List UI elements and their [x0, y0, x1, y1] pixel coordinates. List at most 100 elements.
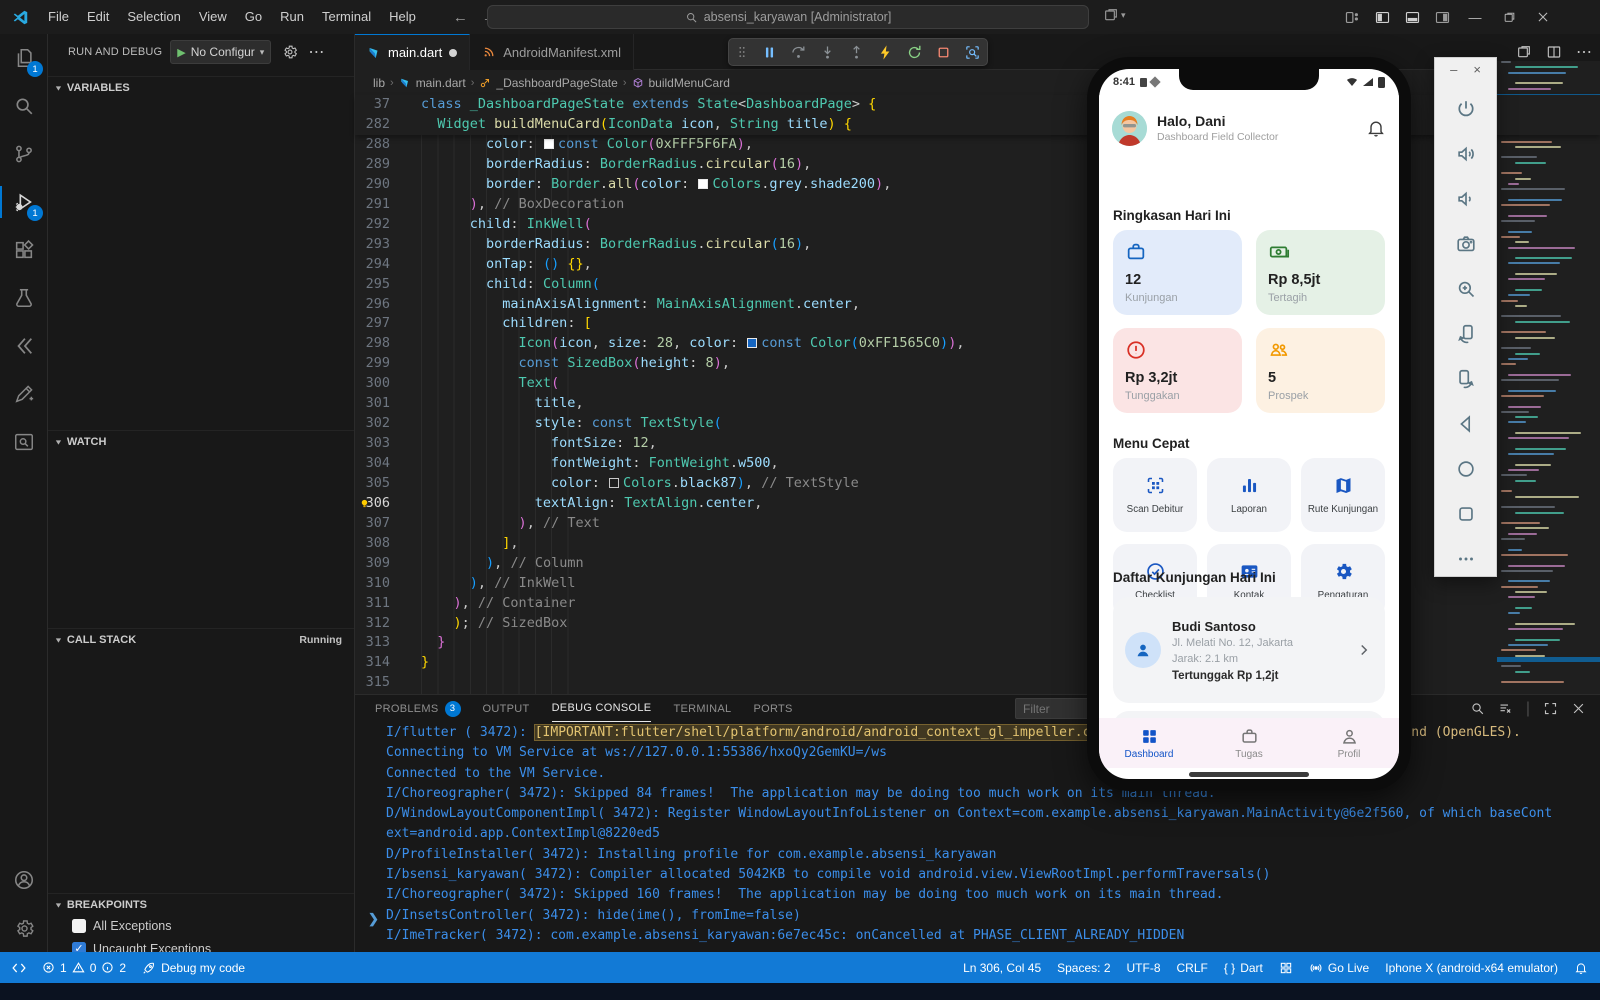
nav-back-button[interactable]: ← [453, 9, 468, 26]
code-line-302[interactable]: 302 style: const TextStyle( [355, 414, 1600, 434]
menu-edit[interactable]: Edit [78, 0, 118, 34]
panel-tab-terminal[interactable]: TERMINAL [673, 695, 731, 722]
step-out-button[interactable] [848, 44, 865, 61]
window-minimize-button[interactable]: — [1458, 0, 1492, 34]
editor-more-actions-icon[interactable]: ⋯ [1576, 42, 1592, 62]
debug-my-code-button[interactable]: Debug my code [134, 952, 253, 983]
step-over-button[interactable] [790, 44, 807, 61]
launch-config-dropdown[interactable]: ▶ No Configur ▾ [170, 40, 271, 64]
maximize-panel-icon[interactable] [1543, 701, 1558, 716]
open-editors-icon[interactable] [1516, 44, 1532, 60]
code-line-310[interactable]: 310 ), // InkWell [355, 574, 1600, 594]
window-close-button[interactable] [1526, 0, 1560, 34]
menu-item-laporan[interactable]: Laporan [1207, 458, 1291, 532]
code-line-296[interactable]: 296 mainAxisAlignment: MainAxisAlignment… [355, 295, 1600, 315]
panel-tab-problems[interactable]: PROBLEMS 3 [375, 695, 461, 722]
menu-view[interactable]: View [190, 0, 236, 34]
code-line-289[interactable]: 289 borderRadius: BorderRadius.circular(… [355, 155, 1600, 175]
emulator-rotate-left-button[interactable] [1453, 321, 1479, 347]
code-line-306[interactable]: 306 textAlign: TextAlign.center, [355, 494, 1600, 514]
menu-help[interactable]: Help [380, 0, 425, 34]
checkbox-unchecked[interactable] [72, 919, 86, 933]
cursor-position[interactable]: Ln 306, Col 45 [955, 961, 1049, 975]
stop-button[interactable] [935, 44, 952, 61]
code-line-37[interactable]: 37class _DashboardPageState extends Stat… [355, 95, 1600, 115]
device-selector[interactable]: Iphone X (android-x64 emulator) [1377, 961, 1566, 975]
code-line-282[interactable]: 282 Widget buildMenuCard(IconData icon, … [355, 115, 1600, 135]
code-line-304[interactable]: 304 fontWeight: FontWeight.w500, [355, 454, 1600, 474]
more-actions-icon[interactable]: ⋯ [308, 42, 325, 62]
clear-console-icon[interactable] [1498, 701, 1513, 716]
avatar[interactable] [1112, 111, 1147, 146]
customize-layout-icon[interactable] [1344, 9, 1361, 26]
code-line-295[interactable]: 295 child: Column( [355, 275, 1600, 295]
code-line-309[interactable]: 309 ), // Column [355, 554, 1600, 574]
code-line-298[interactable]: 298 Icon(icon, size: 28, color: const Co… [355, 334, 1600, 354]
close-panel-icon[interactable] [1571, 701, 1586, 716]
emulator-more-button[interactable] [1453, 546, 1479, 572]
pause-button[interactable] [761, 44, 778, 61]
language-status[interactable]: { } Dart [1216, 961, 1271, 975]
menu-run[interactable]: Run [271, 0, 313, 34]
activity-item-search-editor[interactable] [0, 418, 48, 466]
panel-tab-ports[interactable]: PORTS [753, 695, 792, 722]
code-line-312[interactable]: 312 ); // SizedBox [355, 614, 1600, 634]
nav-item-tugas[interactable]: Tugas [1199, 718, 1299, 768]
emulator-home-button[interactable] [1453, 456, 1479, 482]
emulator-volume-up-button[interactable] [1453, 141, 1479, 167]
encoding-status[interactable]: UTF-8 [1119, 961, 1169, 975]
window-restore-button[interactable] [1492, 0, 1526, 34]
console-search-icon[interactable] [1470, 701, 1485, 716]
emulator-rotate-right-button[interactable] [1453, 366, 1479, 392]
code-line-297[interactable]: 297 children: [ [355, 314, 1600, 334]
toggle-panel-icon[interactable] [1404, 9, 1421, 26]
nav-item-profil[interactable]: Profil [1299, 718, 1399, 768]
visit-card[interactable]: Budi Santoso Jl. Melati No. 12, Jakarta … [1113, 597, 1385, 703]
notifications-bell[interactable] [1566, 961, 1600, 975]
activity-item-explorer[interactable]: 1 [0, 34, 48, 82]
emulator-overview-button[interactable] [1453, 501, 1479, 527]
toggle-sidebar-icon[interactable] [1374, 9, 1391, 26]
breadcrumb-method[interactable]: buildMenuCard [649, 76, 730, 90]
command-center-search[interactable]: absensi_karyawan [Administrator] [487, 5, 1089, 29]
code-line-288[interactable]: 288 color: const Color(0xFFF5F6FA), [355, 135, 1600, 155]
app-bell-icon[interactable] [1366, 118, 1386, 138]
start-debug-icon[interactable]: ▶ [177, 46, 185, 59]
emulator-screenshot-button[interactable] [1453, 231, 1479, 257]
activity-item-flutter[interactable] [0, 322, 48, 370]
emulator-power-button[interactable] [1453, 96, 1479, 122]
nav-item-dashboard[interactable]: Dashboard [1099, 718, 1199, 768]
modified-dot-icon[interactable] [449, 49, 457, 57]
code-line-311[interactable]: 311 ), // Container [355, 594, 1600, 614]
menu-file[interactable]: File [39, 0, 78, 34]
problems-status[interactable]: 1 0 2 [34, 952, 134, 983]
go-live-button[interactable]: Go Live [1301, 961, 1377, 975]
activity-item-pen-tool[interactable] [0, 370, 48, 418]
breakpoints-section-header[interactable]: ▼ BREAKPOINTS [48, 893, 354, 915]
remote-indicator[interactable] [0, 952, 34, 983]
breadcrumb-lib[interactable]: lib [373, 76, 385, 90]
emulator-volume-down-button[interactable] [1453, 186, 1479, 212]
code-line-314[interactable]: 314} [355, 653, 1600, 673]
code-line-301[interactable]: 301 title, [355, 394, 1600, 414]
panel-tab-output[interactable]: OUTPUT [483, 695, 530, 722]
emulator-zoom-button[interactable] [1453, 276, 1479, 302]
code-line-303[interactable]: 303 fontSize: 12, [355, 434, 1600, 454]
menu-selection[interactable]: Selection [118, 0, 189, 34]
emulator-minimize-button[interactable]: – [1450, 62, 1457, 77]
home-indicator[interactable] [1189, 772, 1309, 777]
account-button[interactable] [0, 856, 48, 904]
code-area[interactable]: 288 color: const Color(0xFFF5F6FA),289 b… [355, 135, 1600, 694]
tab-androidmanifest-xml[interactable]: AndroidManifest.xml [470, 34, 634, 70]
breadcrumb-file[interactable]: main.dart [416, 76, 466, 90]
breakpoint-all-exceptions[interactable]: All Exceptions [48, 915, 354, 937]
code-line-299[interactable]: 299 const SizedBox(height: 8), [355, 354, 1600, 374]
menu-terminal[interactable]: Terminal [313, 0, 380, 34]
eol-status[interactable]: CRLF [1169, 961, 1216, 975]
variables-section-header[interactable]: ▼ VARIABLES [48, 76, 354, 98]
settings-button[interactable] [0, 904, 48, 952]
hot-reload-button[interactable] [877, 44, 894, 61]
emulator-back-button[interactable] [1453, 411, 1479, 437]
menu-item-rute-kunjungan[interactable]: Rute Kunjungan [1301, 458, 1385, 532]
minimap[interactable] [1497, 61, 1600, 694]
